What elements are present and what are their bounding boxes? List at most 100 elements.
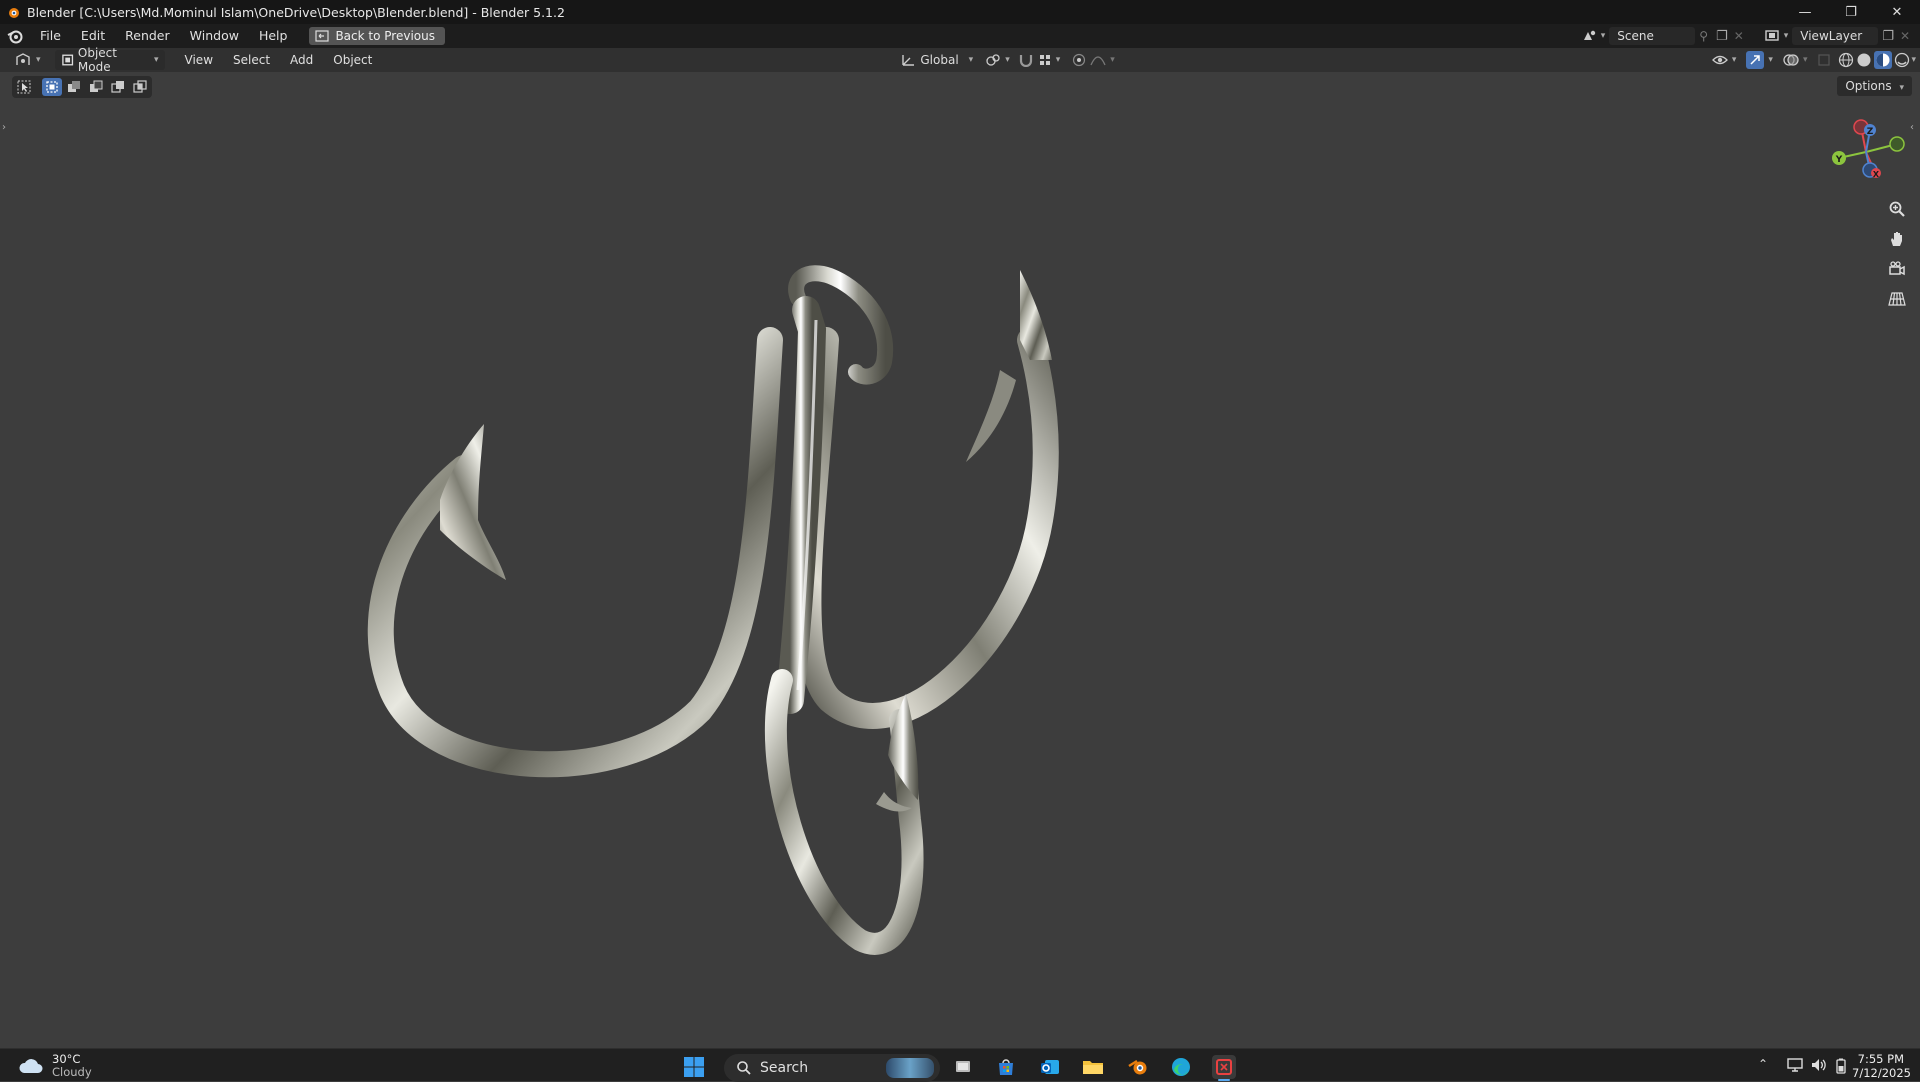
eye-icon xyxy=(1711,55,1728,65)
menu-select[interactable]: Select xyxy=(223,48,280,72)
mode-set-button[interactable] xyxy=(42,78,62,96)
delete-scene-icon[interactable]: ✕ xyxy=(1734,29,1744,43)
wireframe-shading-button[interactable] xyxy=(1837,50,1855,70)
restore-button[interactable]: ❐ xyxy=(1828,0,1874,24)
blender-taskbar-button[interactable] xyxy=(1126,1055,1150,1079)
proportional-falloff-dropdown[interactable]: ▾ xyxy=(1088,50,1117,70)
material-sphere-icon xyxy=(1876,53,1890,67)
file-explorer-button[interactable] xyxy=(1081,1055,1105,1079)
snipping-tool-icon xyxy=(1216,1059,1232,1075)
rendered-shading-button[interactable] xyxy=(1893,50,1911,70)
camera-view-button[interactable] xyxy=(1884,256,1910,282)
mode-dropdown[interactable]: Object Mode ▾ xyxy=(54,46,165,74)
transform-orientation-label: Global xyxy=(920,53,959,67)
magnifier-plus-icon xyxy=(1889,201,1905,217)
wireframe-sphere-icon xyxy=(1839,52,1854,68)
visibility-dropdown[interactable]: ▾ xyxy=(1710,50,1739,70)
menu-file[interactable]: File xyxy=(30,24,71,48)
view-layer-icon xyxy=(1765,30,1779,41)
viewport-3d-model[interactable] xyxy=(340,250,1100,970)
material-preview-shading-button[interactable] xyxy=(1873,50,1893,70)
volume-icon[interactable] xyxy=(1810,1057,1828,1077)
menu-view[interactable]: View xyxy=(175,48,223,72)
tool-header xyxy=(0,72,1920,100)
menu-render[interactable]: Render xyxy=(115,24,180,48)
menu-object[interactable]: Object xyxy=(323,48,382,72)
back-screen-icon xyxy=(315,30,330,42)
solid-shading-button[interactable] xyxy=(1855,50,1873,70)
menu-edit[interactable]: Edit xyxy=(71,24,115,48)
mode-intersect-button[interactable] xyxy=(130,78,150,96)
snipping-tool-button[interactable] xyxy=(1212,1055,1236,1079)
taskbar-active-indicator xyxy=(1218,1079,1230,1081)
xray-icon xyxy=(1818,54,1831,66)
new-scene-icon[interactable]: ❐ xyxy=(1716,29,1728,44)
taskbar-search[interactable]: Search xyxy=(724,1054,940,1082)
blender-menu-icon[interactable] xyxy=(6,27,24,45)
outlook-app-button[interactable] xyxy=(1038,1055,1062,1079)
select-box-subtract-icon xyxy=(90,80,103,92)
overlays-icon xyxy=(1783,54,1799,66)
weather-widget[interactable]: 30°C Cloudy xyxy=(18,1053,92,1079)
sidebar-expand-arrow[interactable]: ‹ xyxy=(1910,122,1914,133)
minimize-button[interactable]: — xyxy=(1782,0,1828,24)
pin-icon[interactable]: ⚲ xyxy=(1699,29,1708,43)
navigation-gizmo[interactable]: Z Y X xyxy=(1820,110,1910,190)
close-button[interactable]: ✕ xyxy=(1874,0,1920,24)
solid-sphere-icon xyxy=(1857,53,1871,67)
clock-time: 7:55 PM xyxy=(1857,1052,1904,1066)
zoom-button[interactable] xyxy=(1884,196,1910,222)
hook-right-point xyxy=(1020,270,1052,360)
menu-window[interactable]: Window xyxy=(180,24,249,48)
select-tool-button[interactable] xyxy=(14,78,34,96)
search-highlight-image xyxy=(886,1058,934,1078)
grid-perspective-icon xyxy=(1888,292,1906,306)
show-hidden-icons-button[interactable]: ⌃ xyxy=(1758,1057,1768,1071)
mode-invert-button[interactable] xyxy=(108,78,128,96)
menu-help[interactable]: Help xyxy=(249,24,298,48)
new-view-layer-icon[interactable]: ❐ xyxy=(1882,29,1894,44)
proportional-editing-toggle[interactable] xyxy=(1070,50,1088,70)
scene-icon xyxy=(1583,30,1595,40)
pivot-point-dropdown[interactable]: ▾ xyxy=(979,50,1016,70)
pivot-point-icon xyxy=(986,54,1000,66)
transform-orientation-dropdown[interactable]: Global ▾ xyxy=(894,50,979,70)
snap-toggle[interactable] xyxy=(1016,50,1036,70)
task-view-button[interactable] xyxy=(951,1055,975,1079)
network-icon[interactable] xyxy=(1786,1057,1804,1077)
blender-app-icon xyxy=(1128,1059,1147,1075)
store-app-button[interactable] xyxy=(994,1055,1018,1079)
editor-type-button[interactable]: ▾ xyxy=(8,50,47,70)
start-button[interactable] xyxy=(682,1055,706,1079)
edge-browser-button[interactable] xyxy=(1169,1055,1193,1079)
battery-icon[interactable] xyxy=(1834,1058,1848,1078)
mode-extend-button[interactable] xyxy=(64,78,84,96)
select-box-extend-icon xyxy=(68,81,80,92)
orientation-axes-icon xyxy=(902,55,915,66)
mode-subtract-button[interactable] xyxy=(86,78,106,96)
scene-name-field[interactable]: Scene xyxy=(1609,27,1696,45)
snap-target-dropdown[interactable]: ▾ xyxy=(1036,50,1063,70)
toolbar-expand-arrow[interactable]: › xyxy=(2,122,6,133)
hook-right-barb xyxy=(966,370,1016,462)
clock[interactable]: 7:55 PM 7/12/2025 xyxy=(1852,1052,1911,1080)
back-to-previous-button[interactable]: Back to Previous xyxy=(309,27,445,45)
pan-button[interactable] xyxy=(1884,226,1910,252)
scene-selector[interactable]: ▾ Scene ⚲ ❐ ✕ xyxy=(1580,26,1750,46)
overlays-toggle[interactable]: ▾ xyxy=(1781,50,1810,70)
camera-icon xyxy=(1889,261,1905,276)
proportional-edit-icon xyxy=(1073,53,1086,67)
options-dropdown[interactable]: Options ▾ xyxy=(1837,76,1912,96)
windows-logo-icon xyxy=(684,1057,704,1077)
top-menu-bar: File Edit Render Window Help Back to Pre… xyxy=(0,24,1920,48)
xray-toggle[interactable] xyxy=(1815,50,1833,70)
perspective-toggle-button[interactable] xyxy=(1884,286,1910,312)
shading-options-dropdown[interactable]: ▾ xyxy=(1911,50,1920,70)
gizmo-toggle[interactable]: ▾ xyxy=(1744,50,1775,70)
delete-view-layer-icon[interactable]: ✕ xyxy=(1900,29,1910,43)
menu-add[interactable]: Add xyxy=(280,48,323,72)
cloud-icon xyxy=(19,1059,43,1073)
view-layer-name-field[interactable]: ViewLayer xyxy=(1792,27,1879,45)
search-label: Search xyxy=(760,1060,809,1076)
view-layer-selector[interactable]: ▾ ViewLayer ❐ ✕ xyxy=(1763,26,1914,46)
